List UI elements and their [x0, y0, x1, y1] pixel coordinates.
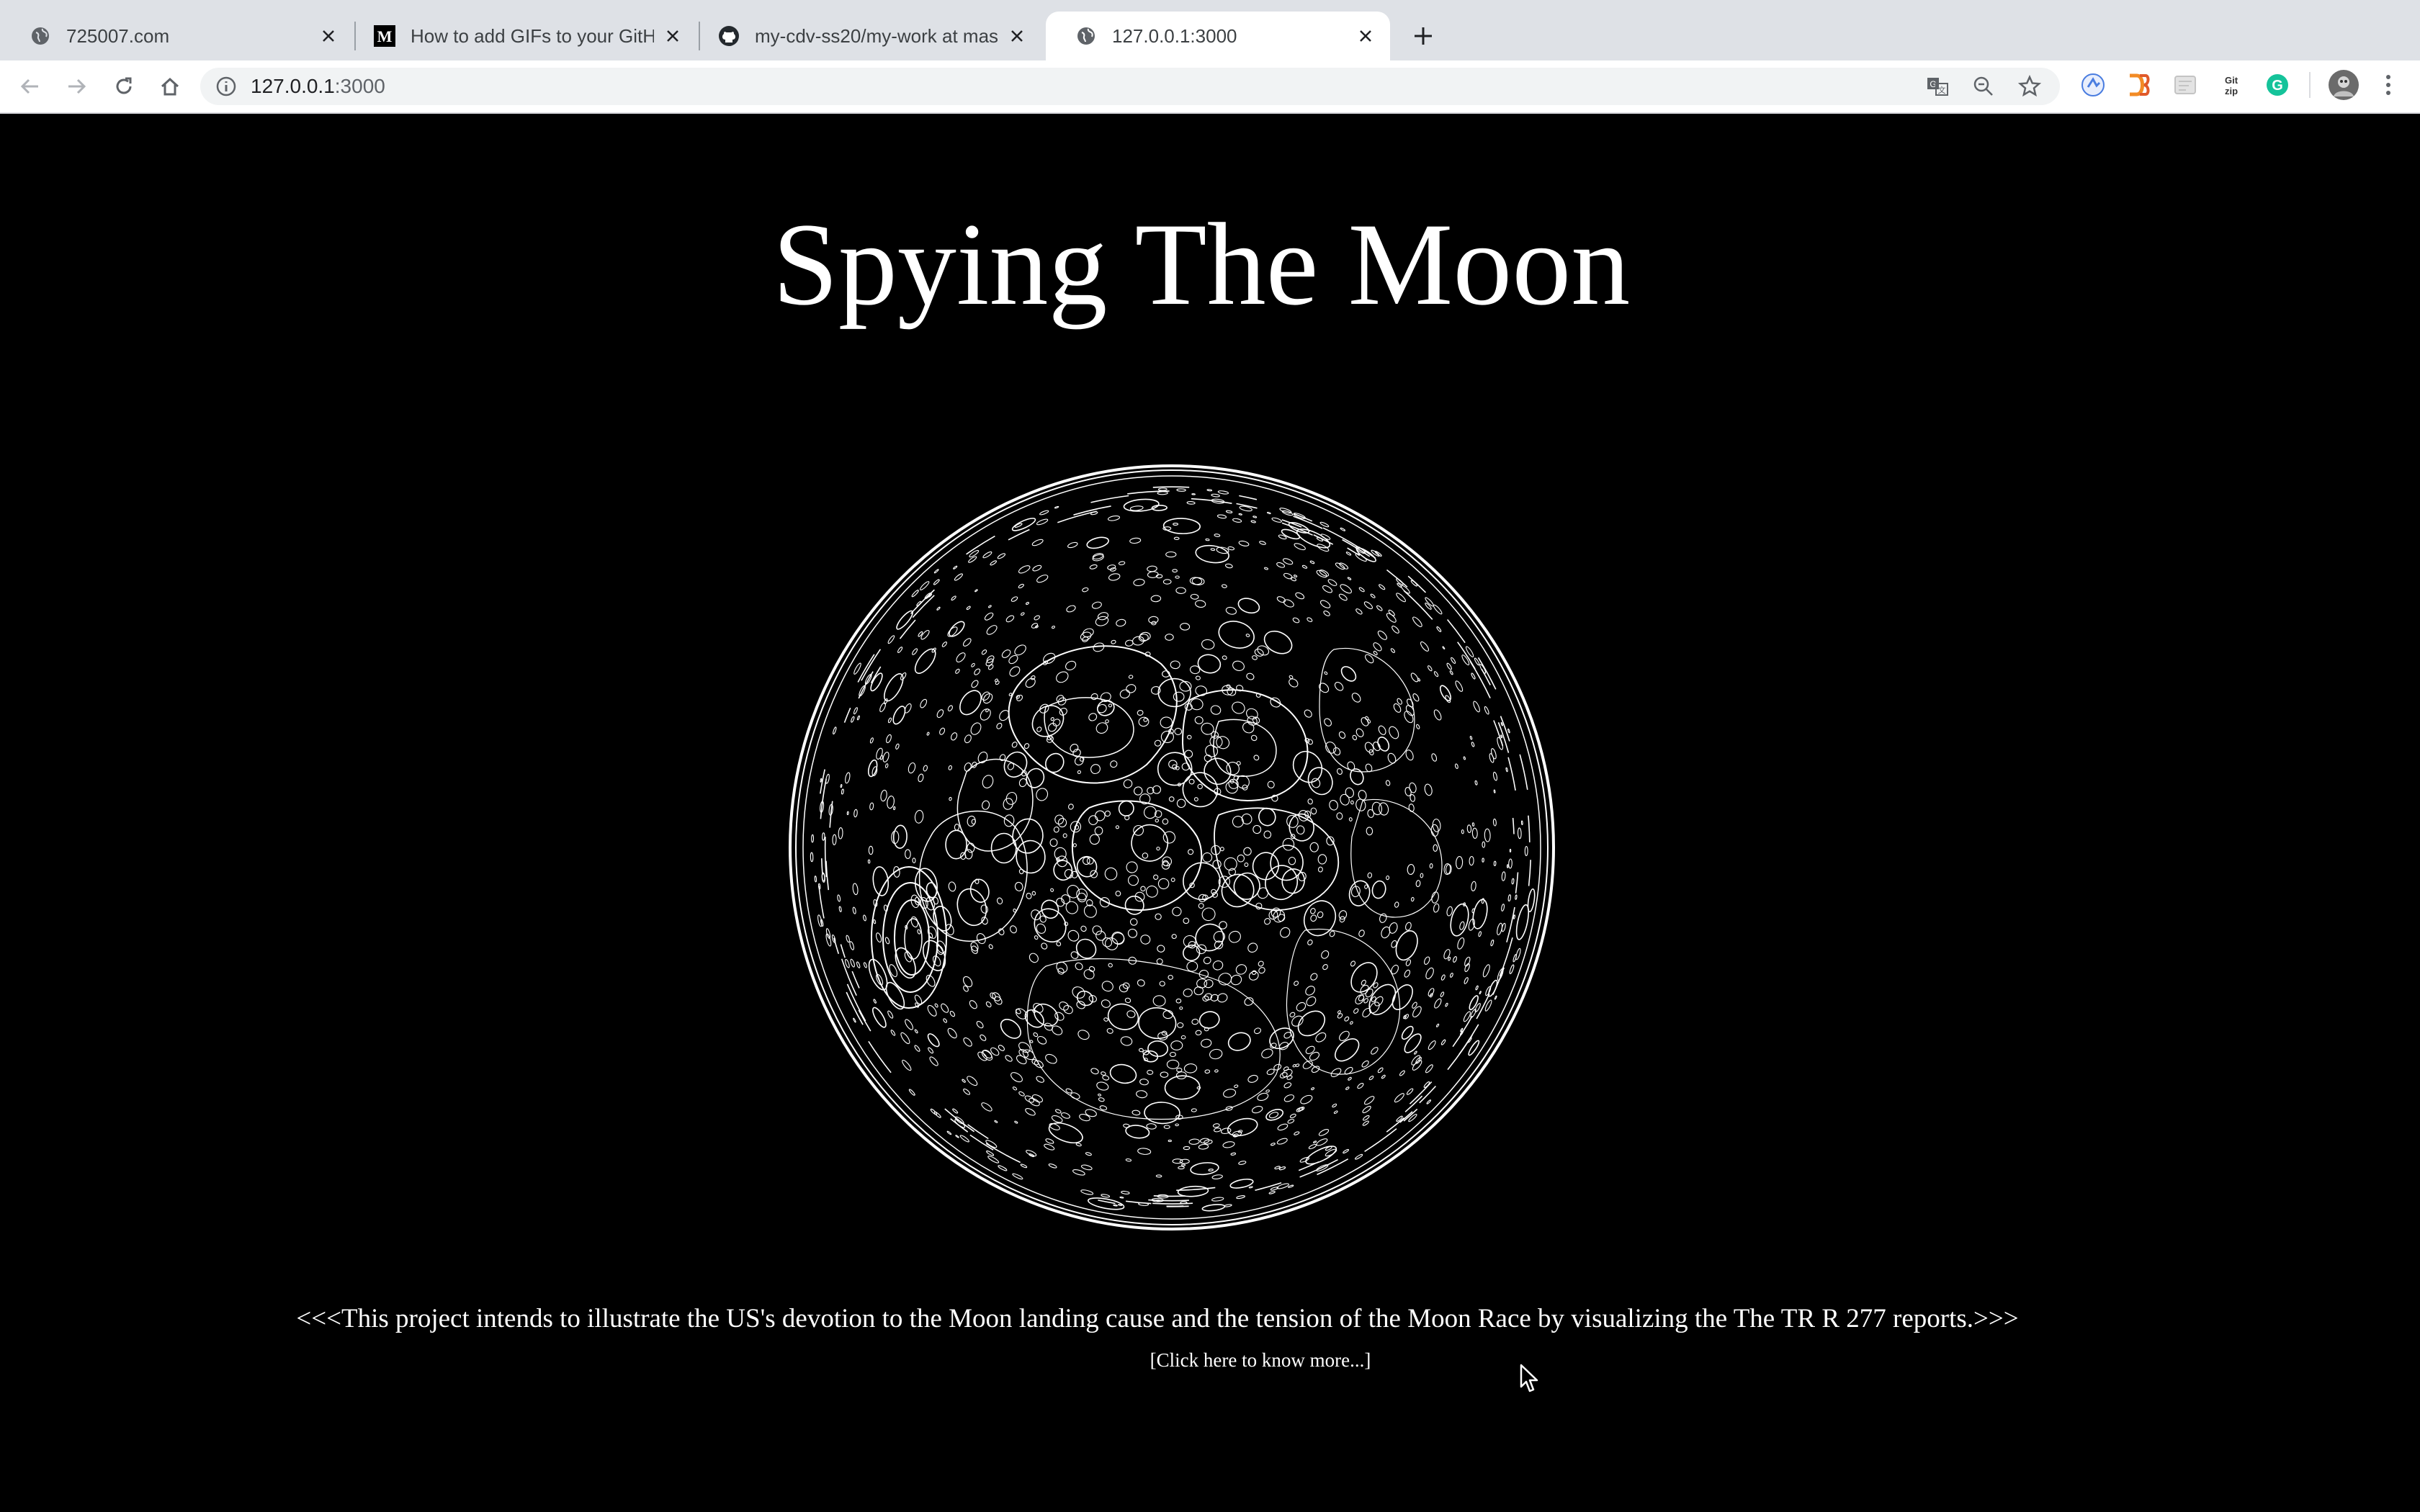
svg-text:文: 文	[1938, 85, 1946, 95]
globe-icon	[1075, 24, 1098, 48]
zoom-out-icon[interactable]	[1972, 75, 1995, 98]
close-icon[interactable]	[1005, 24, 1028, 48]
extension-blue-icon[interactable]	[2080, 72, 2106, 98]
toolbar-divider	[2309, 72, 2311, 98]
know-more-link[interactable]: [Click here to know more...]	[0, 1349, 2420, 1372]
page-viewport: Spying The Moon <<<This project intends …	[0, 114, 2420, 1512]
tab-title: 725007.com	[66, 24, 170, 47]
tab-title: 127.0.0.1:3000	[1112, 24, 1237, 47]
tab-medium-article[interactable]: M How to add GIFs to your GitHub	[344, 12, 697, 60]
translate-icon[interactable]: G文	[1926, 75, 1949, 98]
extension-grey-icon[interactable]	[2172, 72, 2198, 98]
forward-button[interactable]	[60, 71, 92, 102]
menu-icon[interactable]	[2375, 72, 2401, 98]
plus-icon	[1415, 27, 1432, 45]
grammarly-icon[interactable]: G	[2264, 72, 2290, 98]
close-icon[interactable]	[317, 24, 340, 48]
globe-icon	[29, 24, 52, 48]
extension-d3-icon[interactable]	[2126, 72, 2152, 98]
mouse-cursor-icon	[1520, 1364, 1538, 1392]
svg-text:Git: Git	[2225, 75, 2238, 86]
medium-icon: M	[373, 24, 396, 48]
home-icon	[161, 77, 179, 96]
moon-illustration	[789, 464, 1555, 1230]
close-icon[interactable]	[1354, 24, 1377, 48]
info-icon[interactable]	[215, 75, 238, 98]
tab-strip: 725007.com M How to add GIFs to your Git…	[0, 0, 2420, 60]
url-host: 127.0.0.1	[251, 75, 335, 97]
back-arrow-icon	[20, 78, 38, 94]
tab-title: How to add GIFs to your GitHub	[411, 24, 654, 47]
reload-icon	[116, 77, 132, 94]
tab-localhost[interactable]: 127.0.0.1:3000	[1046, 12, 1390, 60]
new-tab-button[interactable]	[1407, 20, 1439, 52]
profile-avatar[interactable]	[2328, 69, 2360, 101]
page-title: Spying The Moon	[772, 199, 1631, 330]
star-icon[interactable]	[2018, 75, 2041, 98]
github-icon	[717, 24, 740, 48]
address-bar[interactable]: 127.0.0.1:3000 G文	[200, 68, 2060, 105]
url-port: :3000	[334, 75, 385, 97]
forward-arrow-icon	[68, 78, 86, 94]
tab-github-repo[interactable]: my-cdv-ss20/my-work at master	[689, 12, 1041, 60]
reload-button[interactable]	[108, 71, 140, 102]
home-button[interactable]	[154, 71, 186, 102]
url-text: 127.0.0.1:3000	[251, 68, 385, 105]
svg-text:M: M	[377, 27, 393, 45]
tab-title: my-cdv-ss20/my-work at master	[755, 24, 998, 47]
back-button[interactable]	[14, 71, 46, 102]
tab-725007[interactable]: 725007.com	[0, 12, 353, 60]
svg-text:G: G	[2272, 78, 2283, 94]
project-description: <<<This project intends to illustrate th…	[296, 1304, 2019, 1333]
close-icon[interactable]	[661, 24, 684, 48]
browser-toolbar: 127.0.0.1:3000 G文	[0, 60, 2420, 114]
svg-text:zip: zip	[2225, 86, 2238, 96]
gitzip-icon[interactable]: Git zip	[2218, 72, 2244, 98]
